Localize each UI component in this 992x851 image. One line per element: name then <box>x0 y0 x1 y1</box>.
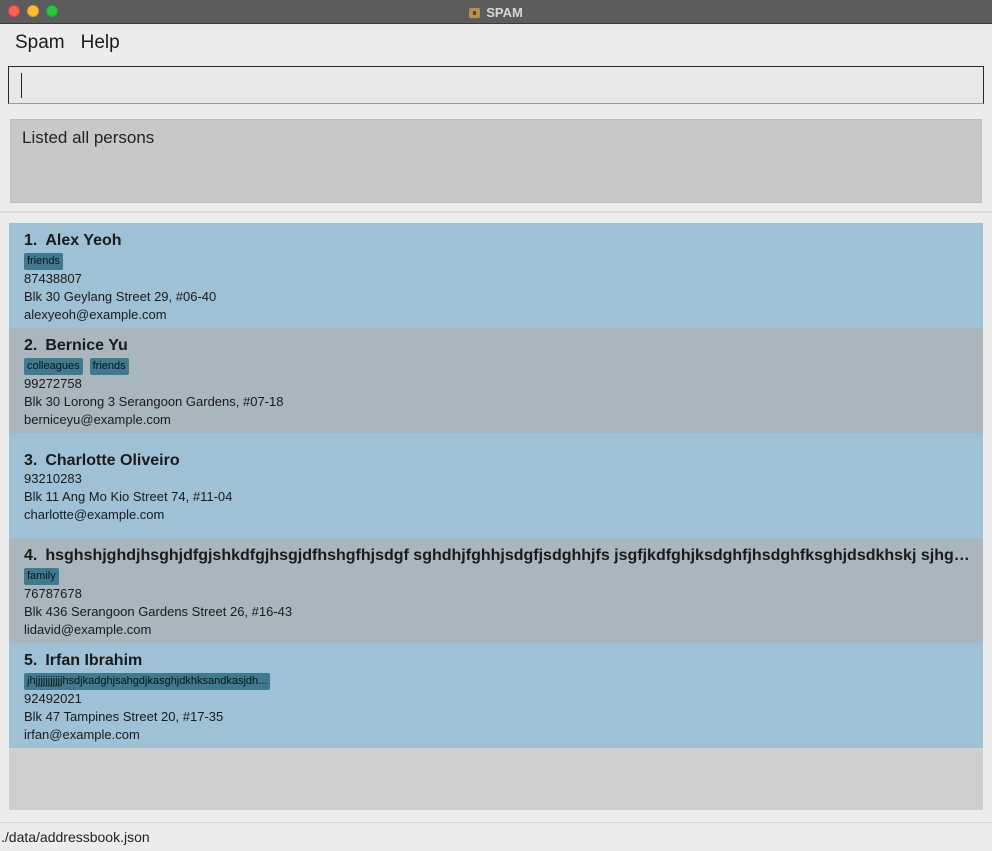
person-name-row: 5. Irfan Ibrahim <box>24 651 970 670</box>
tag-list: family <box>24 568 968 585</box>
tag-badge: colleagues <box>24 358 83 375</box>
tag-badge: friends <box>89 358 129 375</box>
person-name: Irfan Ibrahim <box>45 652 143 669</box>
person-card[interactable]: 4. hsghshjghdjhsghjdfgjshkdfgjhsgjdfhshgf… <box>9 538 983 643</box>
text-caret <box>21 73 22 98</box>
person-name-row: 1. Alex Yeoh <box>24 231 970 250</box>
person-index: 1. <box>24 232 38 249</box>
person-address: Blk 11 Ang Mo Kio Street 74, #11-04 <box>24 489 233 504</box>
person-index: 4. <box>24 547 38 564</box>
menu-help[interactable]: Help <box>73 26 128 60</box>
person-name-row: 2. Bernice Yu <box>24 336 970 355</box>
person-name-row: 3. Charlotte Oliveiro <box>24 451 970 470</box>
person-email: charlotte@example.com <box>24 507 165 522</box>
person-card[interactable]: 3. Charlotte Oliveiro 93210283 Blk 11 Ang… <box>9 433 983 538</box>
status-bar: ./data/addressbook.json <box>0 822 992 848</box>
person-card[interactable]: 2. Bernice Yu colleagues friends 99272758… <box>9 328 983 433</box>
person-email: lidavid@example.com <box>24 622 152 637</box>
person-phone: 99272758 <box>24 376 82 391</box>
person-email: irfan@example.com <box>24 727 140 742</box>
save-location: ./data/addressbook.json <box>1 829 150 845</box>
menu-bar: Spam Help <box>0 25 992 61</box>
tag-list: jhjjjjjjjjjjjhsdjkadghjsahgdjkasghjdkhks… <box>24 673 968 690</box>
person-name: hsghshjghdjhsghjdfgjshkdfgjhsgjdfhshgfhj… <box>45 547 970 564</box>
person-name: Alex Yeoh <box>45 232 122 249</box>
person-index: 3. <box>24 452 38 469</box>
person-email: alexyeoh@example.com <box>24 307 167 322</box>
person-index: 2. <box>24 337 38 354</box>
tag-badge: friends <box>24 253 64 270</box>
person-address: Blk 436 Serangoon Gardens Street 26, #16… <box>24 604 293 619</box>
person-list[interactable]: 1. Alex Yeoh friends 87438807 Blk 30 Geyl… <box>9 223 983 810</box>
person-name-row: 4. hsghshjghdjhsghjdfgjshkdfgjhsgjdfhshgf… <box>24 546 970 565</box>
menu-spam[interactable]: Spam <box>7 26 73 60</box>
title-bar: SPAM <box>0 0 992 24</box>
command-input[interactable] <box>9 67 983 103</box>
app-lock-icon <box>469 8 481 18</box>
divider <box>0 211 992 213</box>
person-address: Blk 30 Lorong 3 Serangoon Gardens, #07-1… <box>24 394 284 409</box>
person-name: Bernice Yu <box>45 337 128 354</box>
person-address: Blk 30 Geylang Street 29, #06-40 <box>24 289 217 304</box>
person-address: Blk 47 Tampines Street 20, #17-35 <box>24 709 224 724</box>
person-phone: 93210283 <box>24 471 82 486</box>
command-box <box>8 66 984 104</box>
tag-badge: family <box>24 568 59 585</box>
person-phone: 92492021 <box>24 691 82 706</box>
tag-list: colleagues friends <box>24 358 968 375</box>
tag-badge: jhjjjjjjjjjjjhsdjkadghjsahgdjkasghjdkhks… <box>24 673 271 690</box>
result-display: Listed all persons <box>10 119 982 203</box>
person-phone: 87438807 <box>24 271 82 286</box>
person-index: 5. <box>24 652 38 669</box>
person-phone: 76787678 <box>24 586 82 601</box>
person-card[interactable]: 5. Irfan Ibrahim jhjjjjjjjjjjjhsdjkadghjs… <box>9 643 983 748</box>
person-name: Charlotte Oliveiro <box>45 452 180 469</box>
person-card[interactable]: 1. Alex Yeoh friends 87438807 Blk 30 Geyl… <box>9 223 983 328</box>
window-title: SPAM <box>486 4 523 20</box>
tag-list: friends <box>24 253 968 270</box>
result-message: Listed all persons <box>22 128 155 147</box>
person-email: berniceyu@example.com <box>24 412 171 427</box>
